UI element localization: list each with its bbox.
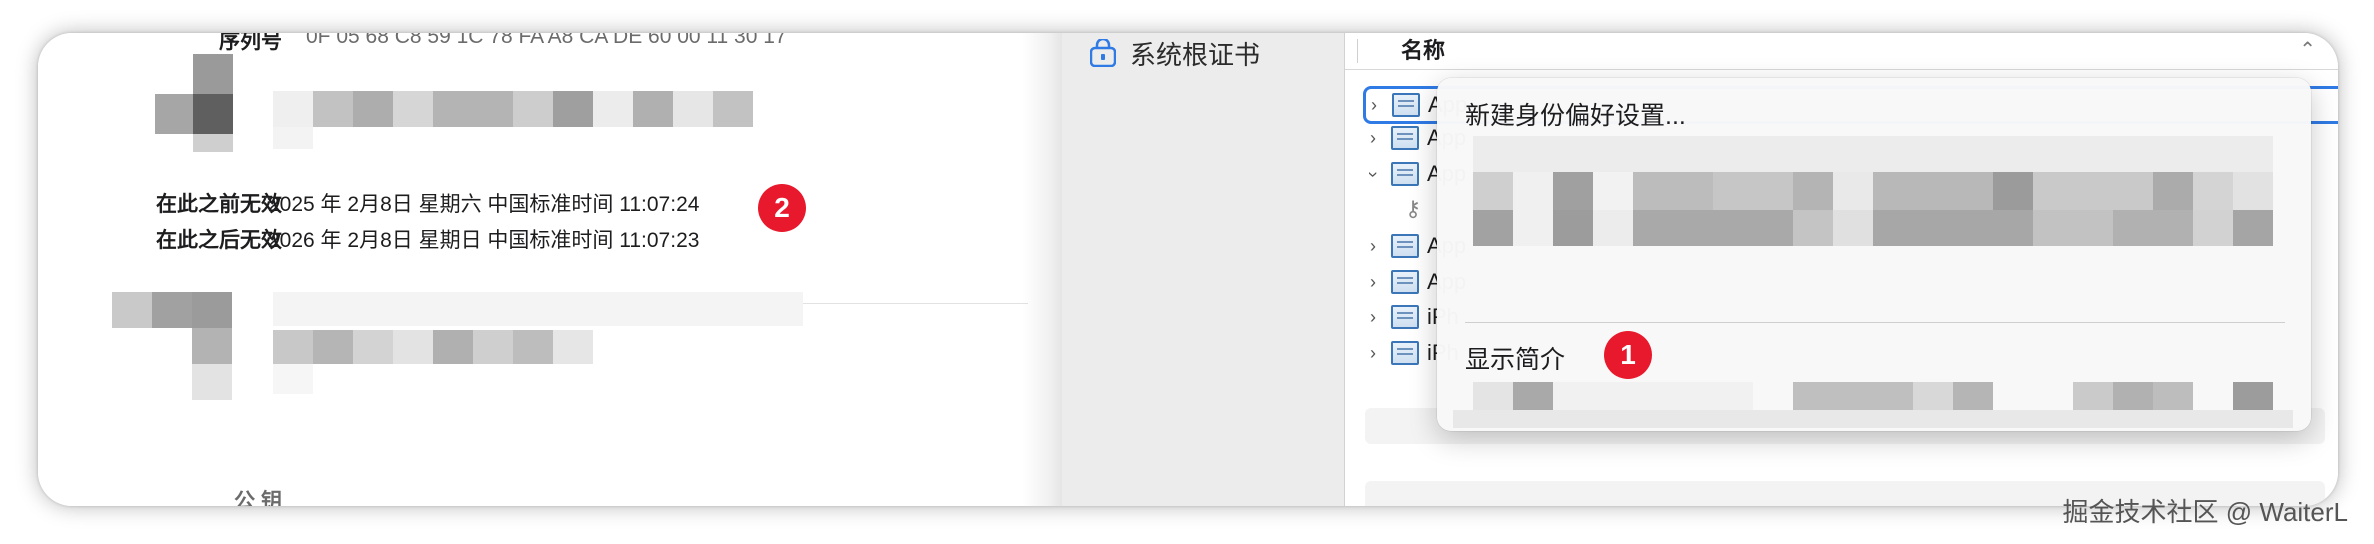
column-separator <box>1357 39 1358 63</box>
menu-item-get-info[interactable]: 显示简介 <box>1465 340 1565 376</box>
serial-value: 0F 05 68 C8 59 1C 78 FA A8 CA DE 60 00 1… <box>306 33 787 48</box>
column-header-name[interactable]: 名称 <box>1401 33 1445 65</box>
serial-label: 序列号 <box>219 33 282 53</box>
table-row-child[interactable]: ⚷ <box>1405 193 1421 225</box>
key-icon: ⚷ <box>1405 196 1422 221</box>
certificate-icon <box>1392 93 1420 117</box>
menu-separator <box>1465 322 2285 323</box>
not-valid-before-value: 2025 年 2月8日 星期六 中国标准时间 11:07:24 <box>268 193 700 216</box>
pane-shadow <box>1022 33 1062 506</box>
disclosure-icon[interactable]: › <box>1365 236 1381 257</box>
certificate-icon <box>1391 341 1419 365</box>
certificate-icon <box>1391 305 1419 329</box>
watermark: 掘金技术社区 @ WaiterL <box>2062 497 2348 527</box>
menu-item-new-identity-preference[interactable]: 新建身份偏好设置... <box>1465 96 1686 132</box>
disclosure-icon[interactable]: › <box>1366 95 1382 116</box>
certificate-detail-pane: 序列号 0F 05 68 C8 59 1C 78 FA A8 CA DE 60 … <box>38 33 1028 506</box>
annotation-badge-2: 2 <box>758 184 806 232</box>
disclosure-icon[interactable]: › <box>1365 307 1381 328</box>
sidebar-item-system-roots[interactable]: 系统根证书 <box>1089 35 1261 71</box>
disclosure-icon[interactable]: › <box>1365 343 1381 364</box>
disclosure-expanded-icon[interactable]: › <box>1363 166 1384 182</box>
sidebar: 系统根证书 <box>1062 33 1345 506</box>
certificate-icon <box>1391 162 1419 186</box>
section-divider <box>798 303 1028 304</box>
list-header: 名称 ⌃ <box>1345 33 2338 70</box>
not-valid-after-value: 2026 年 2月8日 星期日 中国标准时间 11:07:23 <box>268 229 700 252</box>
not-valid-after-label: 在此之后无效 <box>156 229 282 252</box>
certificate-icon <box>1391 270 1419 294</box>
disclosure-icon[interactable]: › <box>1365 128 1381 149</box>
disclosure-icon[interactable]: › <box>1365 272 1381 293</box>
not-valid-before-label: 在此之前无效 <box>156 193 282 216</box>
lock-icon <box>1089 37 1117 68</box>
public-key-label: 公 钥 <box>234 490 282 506</box>
sidebar-item-label: 系统根证书 <box>1130 39 1261 70</box>
annotation-badge-1: 1 <box>1604 331 1652 379</box>
context-menu: 新建身份偏好设置... 显示简介 1 <box>1437 78 2311 431</box>
certificate-icon <box>1391 234 1419 258</box>
sort-chevron-icon[interactable]: ⌃ <box>2299 37 2316 62</box>
certificate-icon <box>1391 126 1419 150</box>
